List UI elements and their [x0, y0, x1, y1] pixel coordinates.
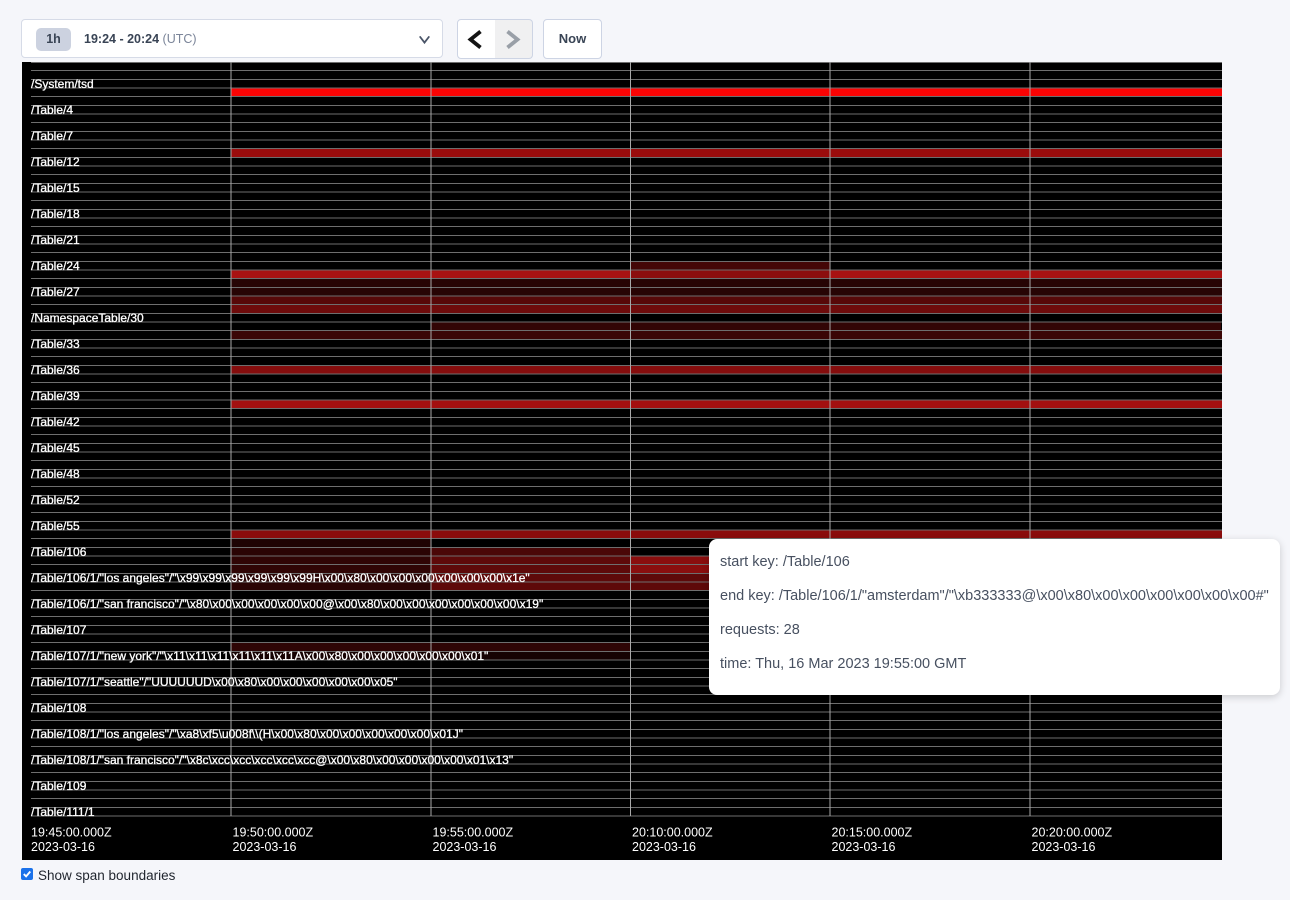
svg-text:/System/tsd: /System/tsd: [31, 77, 94, 91]
svg-text:/Table/106: /Table/106: [31, 545, 87, 559]
svg-text:/Table/106/1/"san francisco"/": /Table/106/1/"san francisco"/"\x80\x00\x…: [31, 597, 543, 611]
svg-text:2023-03-16: 2023-03-16: [632, 840, 696, 854]
svg-text:19:50:00.000Z: 19:50:00.000Z: [233, 826, 314, 840]
svg-text:/Table/33: /Table/33: [31, 337, 80, 351]
svg-text:/Table/108/1/"san francisco"/": /Table/108/1/"san francisco"/"\x8c\xcc\x…: [31, 753, 513, 767]
svg-text:/Table/15: /Table/15: [31, 181, 80, 195]
svg-text:/Table/42: /Table/42: [31, 415, 80, 429]
svg-text:2023-03-16: 2023-03-16: [31, 840, 95, 854]
svg-text:/Table/108: /Table/108: [31, 701, 87, 715]
svg-text:/Table/52: /Table/52: [31, 493, 80, 507]
svg-text:2023-03-16: 2023-03-16: [233, 840, 297, 854]
svg-text:/Table/45: /Table/45: [31, 441, 80, 455]
svg-text:/Table/111/1: /Table/111/1: [31, 805, 95, 819]
svg-text:/Table/27: /Table/27: [31, 285, 80, 299]
svg-text:/NamespaceTable/30: /NamespaceTable/30: [31, 311, 144, 325]
svg-text:/Table/36: /Table/36: [31, 363, 80, 377]
svg-text:2023-03-16: 2023-03-16: [1032, 840, 1096, 854]
svg-text:/Table/107/1/"seattle"/"UUUUUU: /Table/107/1/"seattle"/"UUUUUUD\x00\x80\…: [31, 675, 398, 689]
svg-text:/Table/4: /Table/4: [31, 103, 73, 117]
svg-text:2023-03-16: 2023-03-16: [433, 840, 497, 854]
svg-text:20:10:00.000Z: 20:10:00.000Z: [632, 826, 713, 840]
svg-text:/Table/107: /Table/107: [31, 623, 87, 637]
svg-text:20:20:00.000Z: 20:20:00.000Z: [1032, 826, 1113, 840]
svg-text:/Table/48: /Table/48: [31, 467, 80, 481]
svg-text:20:15:00.000Z: 20:15:00.000Z: [832, 826, 913, 840]
svg-text:/Table/39: /Table/39: [31, 389, 80, 403]
svg-text:/Table/55: /Table/55: [31, 519, 80, 533]
svg-text:/Table/109: /Table/109: [31, 779, 87, 793]
svg-text:/Table/107/1/"new york"/"\x11\: /Table/107/1/"new york"/"\x11\x11\x11\x1…: [31, 649, 488, 663]
svg-text:/Table/21: /Table/21: [31, 233, 80, 247]
svg-text:/Table/24: /Table/24: [31, 259, 80, 273]
svg-text:/Table/12: /Table/12: [31, 155, 80, 169]
svg-text:/Table/7: /Table/7: [31, 129, 73, 143]
svg-text:19:45:00.000Z: 19:45:00.000Z: [31, 826, 112, 840]
svg-text:/Table/106/1/"los angeles"/"\x: /Table/106/1/"los angeles"/"\x99\x99\x99…: [31, 571, 530, 585]
svg-text:/Table/108/1/"los angeles"/"\x: /Table/108/1/"los angeles"/"\xa8\xf5\u00…: [31, 727, 463, 741]
svg-text:2023-03-16: 2023-03-16: [832, 840, 896, 854]
svg-text:19:55:00.000Z: 19:55:00.000Z: [433, 826, 514, 840]
svg-text:/Table/18: /Table/18: [31, 207, 80, 221]
